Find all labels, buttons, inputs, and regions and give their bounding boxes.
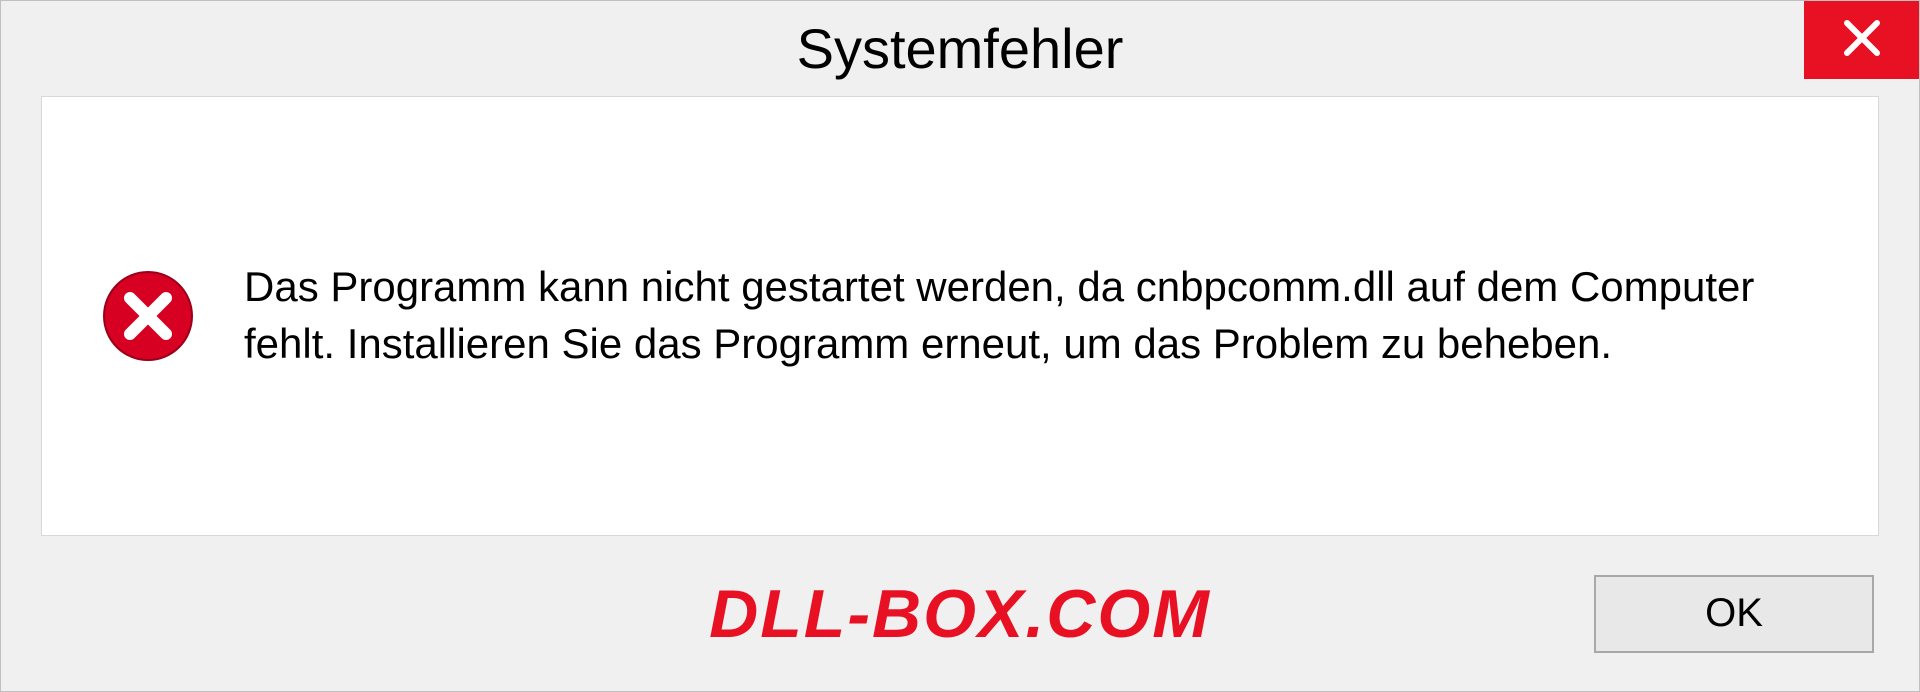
watermark-text: DLL-BOX.COM [709, 575, 1211, 653]
close-icon [1841, 17, 1883, 64]
close-button[interactable] [1804, 1, 1919, 79]
titlebar: Systemfehler [1, 1, 1919, 96]
dialog-title: Systemfehler [797, 16, 1124, 81]
error-message: Das Programm kann nicht gestartet werden… [244, 259, 1818, 372]
content-area: Das Programm kann nicht gestartet werden… [41, 96, 1879, 536]
error-dialog: Systemfehler Das Programm kann nicht ges… [0, 0, 1920, 692]
error-icon [102, 270, 194, 362]
ok-button[interactable]: OK [1594, 575, 1874, 653]
dialog-footer: DLL-BOX.COM OK [1, 536, 1919, 691]
